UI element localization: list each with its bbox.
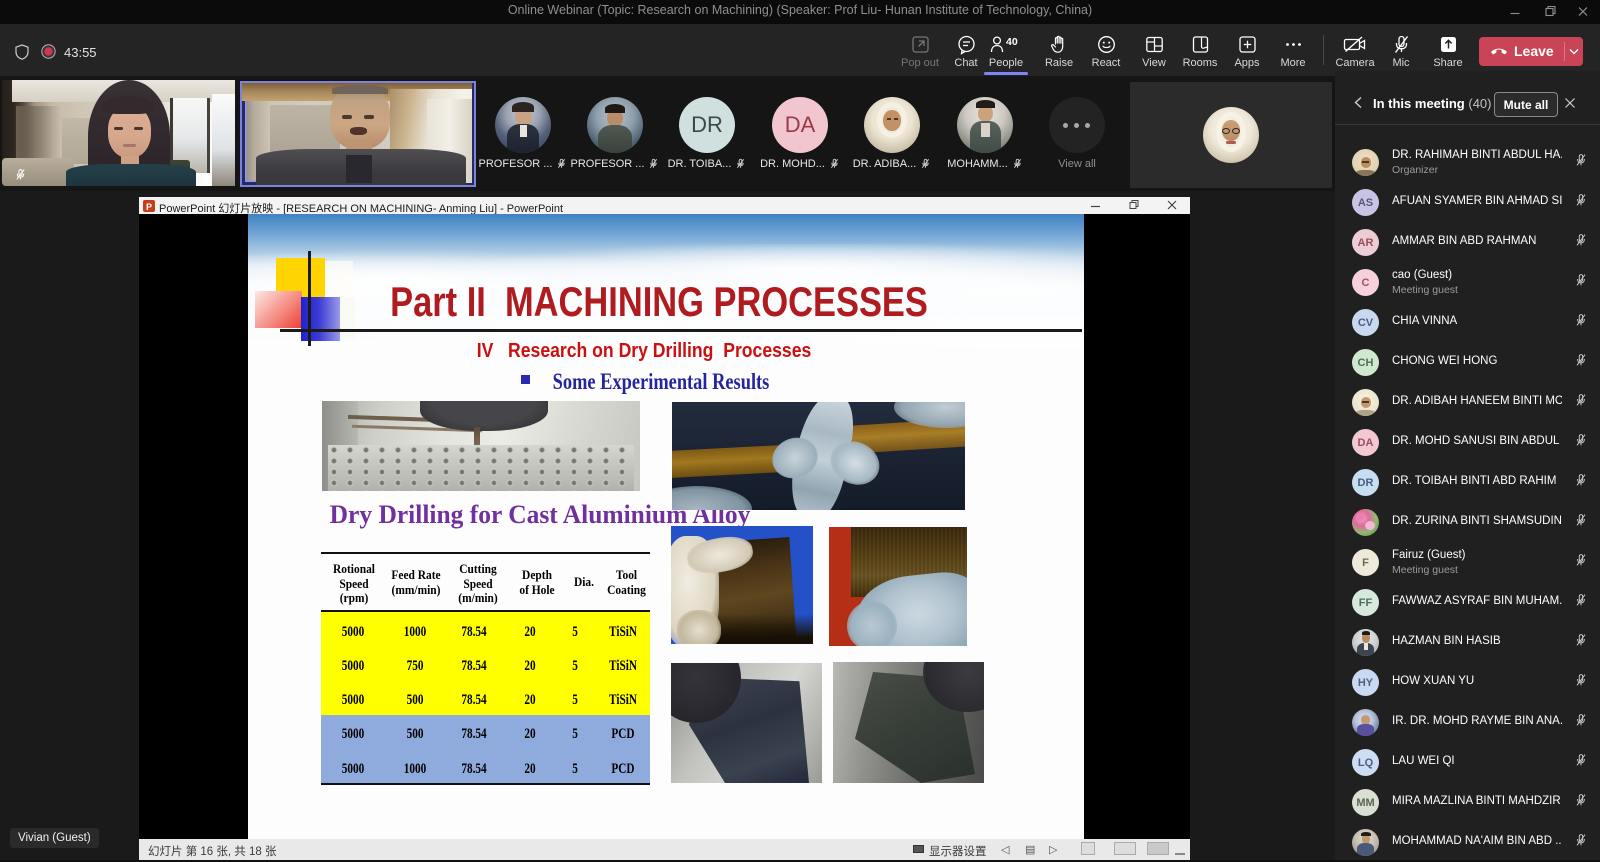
svg-text:40: 40	[1006, 36, 1018, 48]
